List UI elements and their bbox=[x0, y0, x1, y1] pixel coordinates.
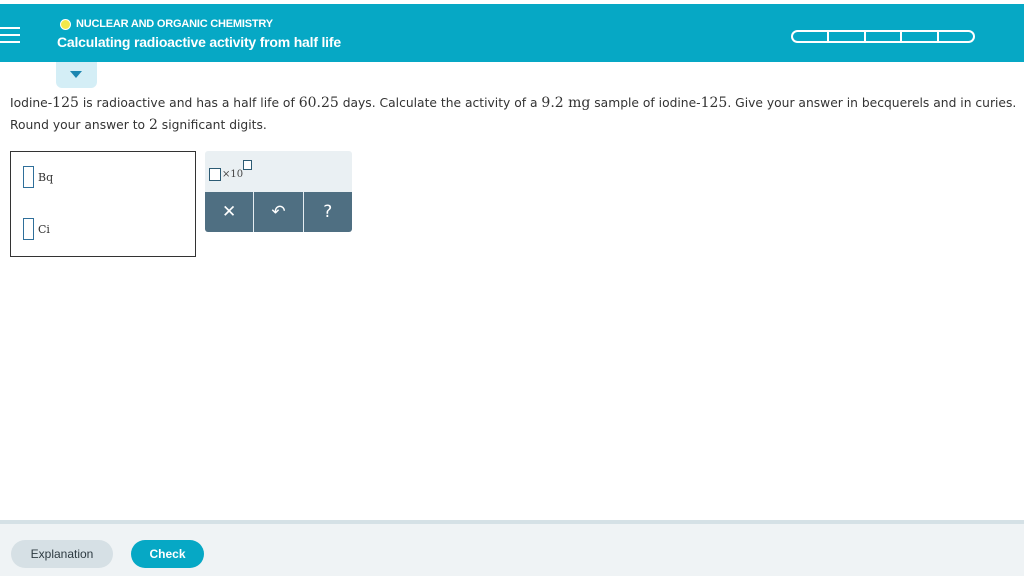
progress-segment bbox=[901, 30, 938, 43]
isotope-number: 125 bbox=[700, 95, 728, 111]
undo-button[interactable]: ↶ bbox=[254, 192, 304, 232]
answer-row-bq: Bq bbox=[23, 166, 53, 188]
sample-mass: 9.2 mg bbox=[541, 95, 591, 111]
hamburger-menu-icon[interactable] bbox=[0, 27, 20, 43]
toolbox-actions: ✕ ↶ ? bbox=[205, 192, 352, 232]
exponent-box-icon bbox=[243, 160, 253, 170]
bq-unit-label: Bq bbox=[38, 170, 54, 184]
help-button[interactable]: ? bbox=[304, 192, 352, 232]
topic-row: NUCLEAR AND ORGANIC CHEMISTRY bbox=[60, 18, 273, 30]
help-icon: ? bbox=[323, 202, 333, 222]
progress-segment bbox=[864, 30, 902, 43]
topic-label: NUCLEAR AND ORGANIC CHEMISTRY bbox=[76, 18, 273, 30]
page-title: Calculating radioactive activity from ha… bbox=[57, 34, 341, 50]
mantissa-box-icon bbox=[209, 168, 221, 181]
half-life-value: 60.25 bbox=[298, 95, 339, 111]
times-ten-label: ×10 bbox=[222, 169, 244, 180]
scientific-notation-button[interactable]: ×10 bbox=[209, 159, 253, 185]
ci-input[interactable] bbox=[23, 218, 34, 240]
undo-icon: ↶ bbox=[271, 202, 286, 222]
isotope-number: 125 bbox=[52, 95, 79, 111]
close-icon: ✕ bbox=[222, 202, 237, 222]
question-part: Iodine- bbox=[10, 96, 53, 110]
collapse-header-button[interactable] bbox=[56, 62, 97, 88]
progress-segment bbox=[791, 30, 829, 43]
question-part: sample of iodine- bbox=[590, 96, 701, 110]
answer-row-ci: Ci bbox=[23, 218, 50, 240]
question-part: significant digits. bbox=[157, 118, 267, 132]
progress-bar bbox=[791, 30, 976, 43]
explanation-button[interactable]: Explanation bbox=[11, 540, 113, 568]
footer-bar: Explanation Check bbox=[0, 520, 1024, 576]
clear-button[interactable]: ✕ bbox=[205, 192, 255, 232]
math-toolbox: ×10 ✕ ↶ ? bbox=[205, 151, 352, 232]
question-text: Iodine-125 is radioactive and has a half… bbox=[10, 92, 1020, 136]
status-dot-icon bbox=[60, 18, 71, 30]
check-button[interactable]: Check bbox=[131, 540, 204, 568]
sig-figs-value: 2 bbox=[148, 117, 158, 133]
progress-segment bbox=[828, 30, 865, 43]
question-part: days. Calculate the activity of a bbox=[338, 96, 542, 110]
bq-input[interactable] bbox=[23, 166, 34, 188]
answer-box: Bq Ci bbox=[10, 151, 196, 257]
question-part: is radioactive and has a half life of bbox=[78, 96, 299, 110]
header-bar: NUCLEAR AND ORGANIC CHEMISTRY Calculatin… bbox=[0, 4, 1024, 62]
ci-unit-label: Ci bbox=[38, 222, 50, 236]
progress-segment bbox=[937, 30, 976, 43]
chevron-down-icon bbox=[70, 71, 82, 78]
